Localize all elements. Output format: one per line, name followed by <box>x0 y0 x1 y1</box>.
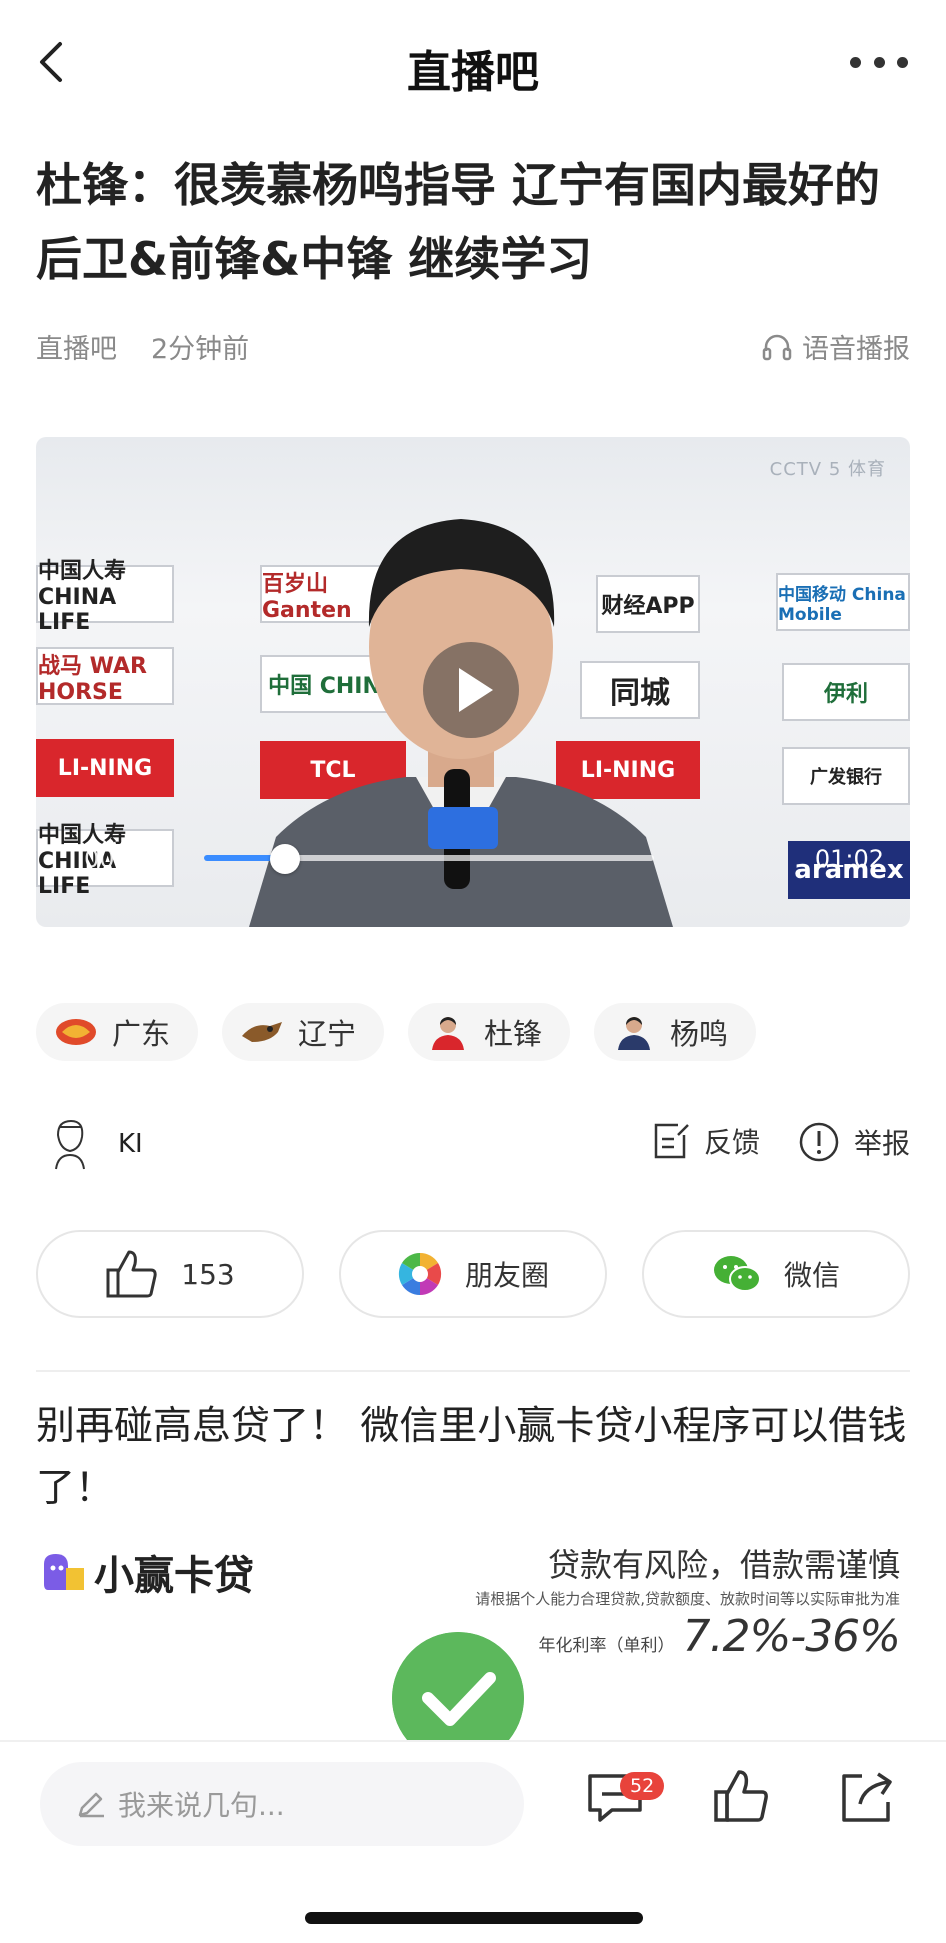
ad-brand-name: 小赢卡贷 <box>94 1553 254 1599</box>
tag-dufeng[interactable]: 杜锋 <box>408 1003 571 1061</box>
sponsor-board: 战马 WAR HORSE <box>36 647 174 705</box>
tag-label: 杜锋 <box>484 1017 543 1051</box>
broadcast-watermark: CCTV 5 体育 <box>769 459 886 480</box>
comment-input[interactable]: 我来说几句... <box>40 1762 524 1846</box>
page-title: 直播吧 <box>407 47 539 98</box>
sponsor-board: 广发银行 <box>782 747 910 805</box>
like-button[interactable]: 153 <box>36 1230 304 1318</box>
section-divider <box>36 1370 910 1372</box>
ad-rate-value: 7.2%-36% <box>682 1611 901 1662</box>
moments-aperture-icon <box>398 1252 442 1296</box>
article-meta: 直播吧 2分钟前 语音播报 <box>36 325 910 365</box>
more-options-icon[interactable] <box>850 52 908 72</box>
ad-brand[interactable]: 小赢卡贷 <box>40 1543 254 1601</box>
voice-broadcast-label: 语音播报 <box>802 334 910 365</box>
tag-label: 辽宁 <box>298 1017 357 1051</box>
sponsor-board: 中国人寿 CHINA LIFE <box>36 559 174 635</box>
feedback-label: 反馈 <box>703 1126 760 1159</box>
topic-tags: 广东 辽宁 杜锋 杨鸣 <box>36 1003 757 1061</box>
feedback-icon <box>654 1123 689 1159</box>
sponsor-board: 中国移动 China Mobile <box>776 573 910 631</box>
report-icon <box>799 1122 839 1162</box>
yangming-avatar-icon <box>618 1017 651 1050</box>
sponsor-board: LI-NING <box>36 739 174 797</box>
xiaoying-brand-logo-icon <box>44 1554 84 1590</box>
video-current-time: 00:11 <box>84 845 154 873</box>
moments-label: 朋友圈 <box>464 1259 549 1292</box>
tag-liaoning[interactable]: 辽宁 <box>222 1003 385 1061</box>
thumbs-up-icon <box>106 1250 157 1298</box>
report-button[interactable]: 举报 <box>798 1121 910 1163</box>
ad-fine-print: 请根据个人能力合理贷款,贷款额度、放款时间等以实际审批为准 <box>475 1590 900 1608</box>
author-name[interactable]: KI <box>118 1129 143 1159</box>
video-player[interactable]: CCTV 5 体育 中国人寿 CHINA LIFE 战马 WAR HORSE L… <box>36 437 910 927</box>
navigation-bar: 直播吧 <box>0 0 946 130</box>
thumbs-up-icon[interactable] <box>712 1768 770 1826</box>
article-source[interactable]: 直播吧 <box>36 327 117 366</box>
sponsor-board: 伊利 <box>782 663 910 721</box>
share-wechat-button[interactable]: 微信 <box>642 1230 910 1318</box>
share-row: 153 朋友圈 微信 <box>36 1230 910 1318</box>
article-headline: 杜锋：很羡慕杨鸣指导 辽宁有国内最好的后卫&前锋&中锋 继续学习 <box>36 158 881 286</box>
like-count: 153 <box>181 1257 235 1291</box>
play-button[interactable] <box>423 642 519 738</box>
video-progress-track[interactable] <box>204 844 654 874</box>
dufeng-avatar-icon <box>432 1017 465 1050</box>
ad-rate: 年化利率（单利） 7.2%-36% <box>475 1611 901 1662</box>
feedback-button[interactable]: 反馈 <box>652 1121 760 1161</box>
video-duration: 01:02 <box>814 845 884 873</box>
wechat-icon <box>713 1256 761 1292</box>
video-progress: 00:11 01:02 <box>84 837 884 877</box>
wechat-label: 微信 <box>783 1259 840 1292</box>
headphones-icon <box>762 334 792 360</box>
ad-warning: 贷款有风险，借款需谨慎 <box>547 1546 900 1584</box>
video-progress-knob[interactable] <box>270 844 300 874</box>
tag-label: 杨鸣 <box>670 1017 729 1051</box>
tag-label: 广东 <box>112 1017 171 1051</box>
ad-title[interactable]: 别再碰高息贷了！ 微信里小赢卡贷小程序可以借钱了！ <box>36 1396 910 1520</box>
liaoning-team-logo-icon <box>242 1022 283 1042</box>
tag-yangming[interactable]: 杨鸣 <box>594 1003 757 1061</box>
share-moments-button[interactable]: 朋友圈 <box>339 1230 607 1318</box>
author-row: KI 反馈 举报 <box>36 1115 910 1175</box>
guangdong-team-logo-icon <box>56 1019 96 1045</box>
voice-broadcast-button[interactable]: 语音播报 <box>762 327 910 366</box>
article-time: 2分钟前 <box>151 334 250 365</box>
home-indicator[interactable] <box>305 1912 643 1924</box>
report-label: 举报 <box>853 1127 910 1160</box>
comment-placeholder: 我来说几句... <box>118 1789 285 1822</box>
tag-guangdong[interactable]: 广东 <box>36 1003 199 1061</box>
comment-count-badge: 52 <box>620 1772 665 1800</box>
author-avatar[interactable] <box>44 1115 94 1171</box>
share-icon[interactable] <box>838 1768 896 1826</box>
ad-rate-label: 年化利率（单利） <box>538 1636 675 1656</box>
pencil-icon <box>78 1792 104 1818</box>
ad-disclaimer: 贷款有风险，借款需谨慎 请根据个人能力合理贷款,贷款额度、放款时间等以实际审批为… <box>475 1540 901 1662</box>
